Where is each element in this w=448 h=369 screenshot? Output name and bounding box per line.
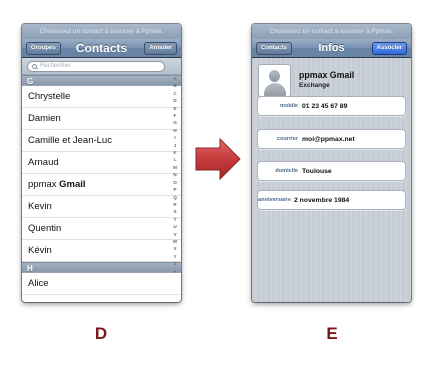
contact-row[interactable]: Arnaud (22, 152, 181, 174)
field-mobile[interactable]: mobile 01 23 45 67 89 (257, 96, 406, 116)
index-letter[interactable]: A (173, 75, 176, 82)
index-letter[interactable]: W (173, 238, 177, 245)
index-letter[interactable]: I (174, 134, 175, 141)
contact-list[interactable]: G Chrystelle Damien Camille et Jean-Luc … (22, 75, 181, 295)
field-value: 01 23 45 67 89 (302, 102, 348, 110)
contact-picker-screen: Choisissez un contact à associer à Ppmax… (22, 24, 181, 302)
index-letter[interactable]: Z (174, 260, 177, 267)
prompt-text: Choisissez un contact à associer à Ppmax… (252, 24, 411, 39)
contact-row-ppmax-gmail[interactable]: ppmax Gmail (22, 174, 181, 196)
index-letter[interactable]: J (174, 142, 177, 149)
index-letter[interactable]: P (173, 186, 176, 193)
caption-e: E (326, 324, 338, 343)
field-value: moi@ppmax.net (302, 135, 355, 143)
search-input[interactable]: Rechercher (27, 61, 165, 72)
contact-row[interactable]: Chrystelle (22, 86, 181, 108)
index-letter[interactable]: S (173, 208, 176, 215)
contact-name: ppmax Gmail (299, 70, 355, 80)
contact-row[interactable]: Kevin (22, 196, 181, 218)
search-icon (32, 63, 38, 70)
contact-row[interactable]: Quentin (22, 218, 181, 240)
index-letter[interactable]: E (173, 105, 176, 112)
field-email[interactable]: courrier moi@ppmax.net (257, 129, 406, 149)
navigation-bar: Groupes Contacts Annuler (22, 39, 181, 58)
section-header-h: H (22, 262, 181, 273)
search-placeholder: Rechercher (40, 63, 72, 69)
index-letter[interactable]: C (173, 90, 176, 97)
index-letter[interactable]: M (173, 164, 177, 171)
field-label: mobile (279, 103, 298, 109)
index-letter[interactable]: H (173, 127, 176, 134)
navigation-bar: Contacts Infos Associer (252, 39, 411, 58)
associate-button[interactable]: Associer (371, 42, 407, 55)
section-header-g: G (22, 75, 181, 86)
field-label: anniversaire (258, 197, 291, 203)
contact-company: Exchange (299, 82, 330, 89)
contact-row[interactable]: Camille et Jean-Luc (22, 130, 181, 152)
person-silhouette-icon (258, 64, 291, 97)
contact-row[interactable]: Kévin (22, 240, 181, 262)
index-letter[interactable]: O (173, 179, 177, 186)
contact-row[interactable]: Damien (22, 108, 181, 130)
field-value: 2 novembre 1984 (294, 196, 350, 204)
caption-d: D (94, 324, 108, 343)
field-home[interactable]: domicile Toulouse (257, 161, 406, 181)
field-label: domicile (275, 168, 298, 174)
index-letter[interactable]: N (173, 171, 176, 178)
index-letter[interactable]: F (174, 112, 177, 119)
index-letter[interactable]: V (173, 231, 176, 238)
field-value: Toulouse (302, 167, 332, 175)
field-label: courrier (276, 136, 298, 142)
index-letter[interactable]: Y (173, 253, 176, 260)
search-bar: Rechercher (22, 58, 181, 75)
index-letter[interactable]: Q (173, 194, 177, 201)
index-letter[interactable]: G (173, 119, 177, 126)
index-letter[interactable]: L (174, 156, 177, 163)
index-letter[interactable]: D (173, 97, 176, 104)
right-arrow-icon (195, 137, 241, 181)
index-letter[interactable]: B (173, 82, 176, 89)
index-letter[interactable]: T (174, 216, 177, 223)
cancel-button[interactable]: Annuler (144, 42, 177, 55)
index-letter[interactable]: # (174, 268, 177, 275)
contact-row[interactable]: Alice (22, 273, 181, 295)
prompt-text: Choisissez un contact à associer à Ppmax… (22, 24, 181, 39)
contact-detail: ppmax Gmail Exchange mobile 01 23 45 67 … (252, 58, 411, 302)
index-letter[interactable]: R (173, 201, 176, 208)
index-letter[interactable]: K (173, 149, 176, 156)
index-letter[interactable]: U (173, 223, 176, 230)
index-letter[interactable]: X (173, 245, 176, 252)
contact-info-screen: Choisissez un contact à associer à Ppmax… (252, 24, 411, 302)
alphabet-index[interactable]: A B C D E F G H I J K L M N O P Q R S T U V W X Y Z # (170, 75, 180, 275)
field-birthday[interactable]: anniversaire 2 novembre 1984 (257, 190, 406, 210)
